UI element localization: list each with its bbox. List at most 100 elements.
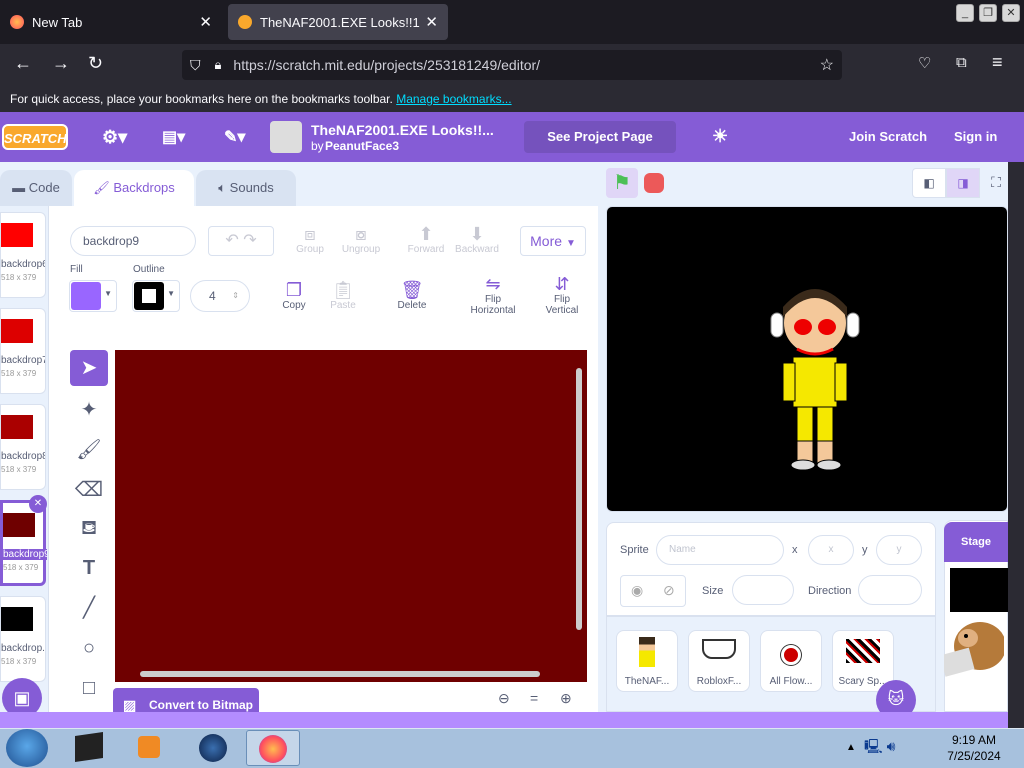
- fullscreen-button[interactable]: ⛶: [984, 168, 1008, 198]
- sprite-name-input[interactable]: Name: [656, 535, 784, 565]
- page-horizontal-scrollbar[interactable]: [0, 712, 1008, 728]
- file-menu-icon[interactable]: ▤▾: [162, 127, 185, 147]
- tab-new-tab[interactable]: New Tab ✕: [0, 4, 222, 40]
- pocket-icon[interactable]: ♡: [918, 54, 931, 72]
- taskbar-app-3[interactable]: [186, 730, 240, 766]
- show-eye-icon[interactable]: ◉: [631, 582, 643, 599]
- start-button[interactable]: [6, 729, 48, 767]
- copy-button[interactable]: ❐ Copy: [278, 280, 310, 311]
- scratch-logo[interactable]: SCRATCH: [2, 124, 68, 150]
- hide-eye-icon[interactable]: ⊘: [663, 582, 675, 599]
- delete-button[interactable]: 🗑︎ Delete: [394, 280, 430, 311]
- backward-button[interactable]: ⬇ Backward: [454, 224, 500, 255]
- text-tool[interactable]: T: [70, 550, 108, 586]
- stage[interactable]: [606, 206, 1008, 512]
- circle-tool[interactable]: ○: [70, 630, 108, 666]
- flip-horizontal-button[interactable]: ⇋ Flip Horizontal: [466, 274, 520, 316]
- backdrop-item[interactable]: backdrop... 518 x 379: [0, 596, 46, 682]
- canvas-vertical-scrollbar[interactable]: [576, 368, 582, 630]
- ungroup-button[interactable]: ⧇ Ungroup: [338, 224, 384, 255]
- project-title[interactable]: TheNAF2001.EXE Looks!!...: [311, 122, 494, 138]
- author-link[interactable]: PeanutFace3: [325, 139, 399, 153]
- close-tab-icon[interactable]: ✕: [425, 13, 438, 31]
- page-vertical-scrollbar[interactable]: [1008, 162, 1024, 728]
- close-tab-icon[interactable]: ✕: [199, 13, 212, 31]
- more-button[interactable]: More ▼: [520, 226, 586, 256]
- large-stage-button[interactable]: ◨: [946, 168, 980, 198]
- zoom-in-icon[interactable]: ⊕: [560, 690, 572, 707]
- sprite-tile[interactable]: RobloxF...: [688, 630, 750, 692]
- x-input[interactable]: x: [808, 535, 854, 565]
- close-window-button[interactable]: ✕: [1002, 4, 1020, 22]
- delete-backdrop-icon[interactable]: ✕: [29, 495, 47, 513]
- fill-tool[interactable]: ⛾: [70, 510, 108, 546]
- canvas-horizontal-scrollbar[interactable]: [140, 671, 540, 677]
- sign-in-link[interactable]: Sign in: [954, 129, 997, 144]
- reshape-tool[interactable]: ✦: [70, 392, 108, 428]
- paste-button[interactable]: 📋︎ Paste: [326, 280, 360, 311]
- costume-name-input[interactable]: backdrop9: [70, 226, 196, 256]
- settings-gear-icon[interactable]: ⚙▾: [102, 127, 127, 148]
- url-bar[interactable]: ⛉ 🔒︎ https://scratch.mit.edu/projects/25…: [182, 50, 842, 80]
- forward-icon[interactable]: →: [52, 53, 70, 74]
- paint-canvas[interactable]: [115, 350, 587, 682]
- backdrop-item[interactable]: backdrop8 518 x 379: [0, 404, 46, 490]
- fill-picker[interactable]: ▼: [69, 280, 117, 312]
- reload-icon[interactable]: ↻: [88, 53, 103, 74]
- select-tool[interactable]: ➤: [70, 350, 108, 386]
- bookmark-star-icon[interactable]: ☆: [820, 55, 834, 75]
- lock-icon[interactable]: 🔒︎: [215, 57, 222, 73]
- flip-vertical-button[interactable]: ⇵ Flip Vertical: [540, 274, 584, 316]
- back-icon[interactable]: ←: [14, 53, 32, 74]
- url-text[interactable]: https://scratch.mit.edu/projects/2531812…: [233, 57, 540, 73]
- theme-lightbulb-icon[interactable]: ☀: [712, 126, 728, 147]
- line-tool[interactable]: ╱: [70, 590, 108, 626]
- small-stage-button[interactable]: ◧: [912, 168, 946, 198]
- manage-bookmarks-link[interactable]: Manage bookmarks...: [396, 92, 511, 106]
- flip-horizontal-label: Flip Horizontal: [470, 294, 516, 316]
- brush-tool[interactable]: 🖌︎: [70, 432, 108, 468]
- code-icon: ▬: [12, 180, 26, 195]
- tab-sounds[interactable]: 🔈︎ Sounds: [196, 170, 296, 206]
- forward-button[interactable]: ⬆ Forward: [404, 224, 448, 255]
- y-input[interactable]: y: [876, 535, 922, 565]
- sprite-tile[interactable]: All Flow...: [760, 630, 822, 692]
- taskbar-firefox[interactable]: [246, 730, 300, 766]
- outline-picker[interactable]: ▼: [132, 280, 180, 312]
- trash-icon: 🗑︎: [400, 280, 424, 300]
- tab-backdrops[interactable]: 🖌︎ Backdrops: [74, 170, 194, 206]
- redo-icon[interactable]: ↷: [243, 232, 256, 249]
- tab-scratch-project[interactable]: TheNAF2001.EXE Looks!!1 (v0.5 ✕: [228, 4, 448, 40]
- rectangle-tool[interactable]: □: [70, 670, 108, 706]
- green-flag-button[interactable]: ⚑: [606, 168, 638, 198]
- extensions-icon[interactable]: ⧉: [956, 54, 967, 71]
- tray-icons[interactable]: 🖳 🔊︎: [864, 736, 912, 758]
- edit-menu-icon[interactable]: ✎▾: [224, 127, 245, 147]
- stepper-icon[interactable]: ⇕: [232, 281, 239, 311]
- join-scratch-link[interactable]: Join Scratch: [849, 129, 927, 144]
- tray-expand-icon[interactable]: ▲: [846, 742, 856, 753]
- backdrop-item[interactable]: backdrop7 518 x 379: [0, 308, 46, 394]
- taskbar-app-1[interactable]: [62, 730, 116, 766]
- backdrop-item-selected[interactable]: backdrop9 518 x 379 ✕: [0, 495, 47, 586]
- menu-icon[interactable]: ≡: [992, 52, 1003, 73]
- sprite-tile[interactable]: TheNAF...: [616, 630, 678, 692]
- undo-redo[interactable]: ↶ ↷: [208, 226, 274, 256]
- taskbar-clock[interactable]: 9:19 AM 7/25/2024: [934, 732, 1014, 764]
- backdrop-item[interactable]: backdrop6 518 x 379: [0, 212, 46, 298]
- outline-width-input[interactable]: 4 ⇕: [190, 280, 250, 312]
- tab-code[interactable]: ▬ Code: [0, 170, 72, 206]
- zoom-out-icon[interactable]: ⊖: [498, 690, 510, 707]
- undo-icon[interactable]: ↶: [225, 232, 238, 249]
- zoom-reset-button[interactable]: =: [530, 690, 538, 706]
- eraser-tool[interactable]: ⌫: [70, 472, 108, 508]
- see-project-page-button[interactable]: See Project Page: [524, 121, 676, 153]
- size-input[interactable]: [732, 575, 794, 605]
- group-button[interactable]: ⧈ Group: [292, 224, 328, 255]
- shield-icon[interactable]: ⛉: [190, 57, 201, 74]
- minimize-button[interactable]: _: [956, 4, 974, 22]
- direction-input[interactable]: [858, 575, 922, 605]
- stop-button[interactable]: [644, 173, 664, 193]
- taskbar-app-2[interactable]: [122, 730, 176, 766]
- maximize-button[interactable]: ❐: [979, 4, 997, 22]
